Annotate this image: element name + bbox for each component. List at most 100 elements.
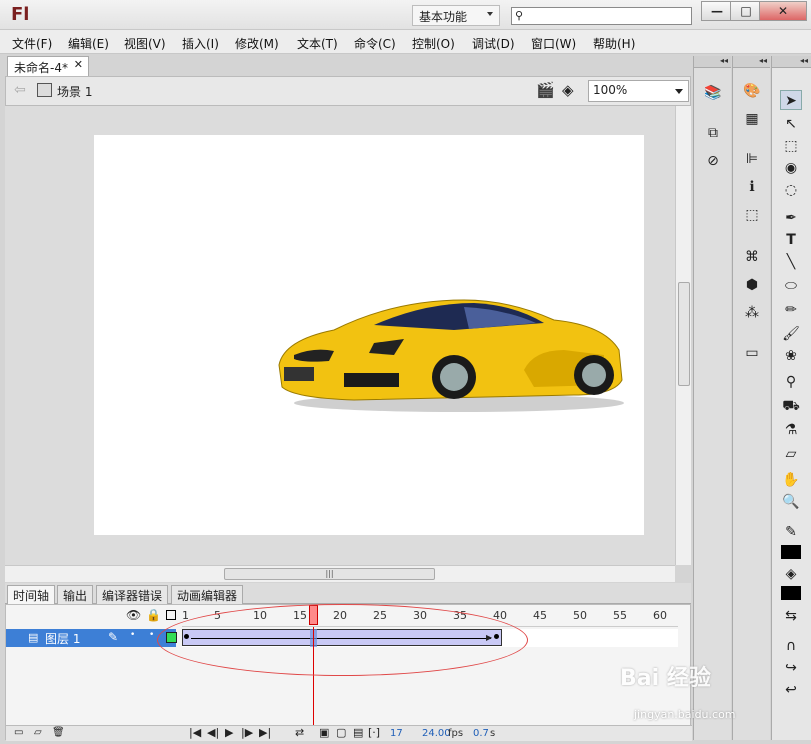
- horizontal-scroll-thumb[interactable]: |||: [224, 568, 435, 580]
- outline-icon[interactable]: [166, 610, 176, 620]
- pen-icon[interactable]: ✒: [780, 208, 802, 228]
- pencil-icon[interactable]: ✏: [780, 300, 802, 320]
- vertical-scrollbar[interactable]: [675, 106, 691, 565]
- menu-edit[interactable]: 编辑(E): [68, 35, 109, 52]
- layer-row[interactable]: ▤ 图层 1 ✎ • •: [6, 629, 177, 647]
- back-arrow-icon[interactable]: ⇦: [14, 82, 26, 98]
- motion-presets-icon[interactable]: ⊘: [703, 152, 723, 170]
- chevron-down-icon: [487, 12, 493, 16]
- eraser-icon[interactable]: ▱: [780, 444, 802, 464]
- components-icon[interactable]: ⧉: [703, 124, 723, 142]
- delete-icon[interactable]: 🗑: [52, 727, 65, 738]
- actions-icon[interactable]: ⌘: [742, 248, 762, 266]
- collapse-icon[interactable]: ◂◂: [733, 56, 770, 68]
- color-palette-icon[interactable]: 🎨: [742, 82, 762, 100]
- align-icon[interactable]: ⊫: [742, 150, 762, 168]
- menu-commands[interactable]: 命令(C): [354, 35, 396, 52]
- straighten-icon[interactable]: ↩: [780, 680, 802, 700]
- first-frame-icon[interactable]: |◀: [189, 726, 201, 739]
- behaviors-icon[interactable]: ⁂: [742, 304, 762, 322]
- subselection-tool-icon[interactable]: ↖: [780, 114, 802, 134]
- layer-name[interactable]: 图层 1: [45, 630, 80, 647]
- loop-icon[interactable]: ⇄: [295, 726, 304, 739]
- menu-file[interactable]: 文件(F): [12, 35, 52, 52]
- edit-symbols-icon[interactable]: ◈: [562, 81, 574, 99]
- onion-outline-icon[interactable]: ▢: [336, 726, 346, 739]
- free-transform-icon[interactable]: ⬚: [780, 136, 802, 156]
- paint-bucket-icon[interactable]: ⛟: [780, 396, 802, 416]
- zoom-icon[interactable]: 🔍: [780, 492, 802, 512]
- next-frame-icon[interactable]: |▶: [241, 726, 253, 739]
- menu-window[interactable]: 窗口(W): [531, 35, 576, 52]
- new-folder-icon[interactable]: ▱: [34, 727, 42, 738]
- bone-icon[interactable]: ⚲: [780, 372, 802, 392]
- collapse-icon[interactable]: ◂◂: [694, 56, 731, 68]
- 3d-rotation-icon[interactable]: ◉: [780, 158, 802, 178]
- play-icon[interactable]: ▶: [225, 726, 233, 739]
- close-button[interactable]: ✕: [759, 1, 807, 21]
- maximize-button[interactable]: □: [730, 1, 762, 21]
- tab-motion-editor[interactable]: 动画编辑器: [171, 585, 244, 604]
- menu-debug[interactable]: 调试(D): [472, 35, 515, 52]
- tab-timeline[interactable]: 时间轴: [7, 585, 56, 604]
- hand-icon[interactable]: ✋: [780, 470, 802, 490]
- panel-tabs: 时间轴 输出 编译器错误 动画编辑器: [5, 583, 691, 604]
- last-frame-icon[interactable]: ▶|: [259, 726, 271, 739]
- menu-text[interactable]: 文本(T): [297, 35, 338, 52]
- zoom-select[interactable]: 100%: [588, 80, 689, 102]
- selection-tool-icon[interactable]: ➤: [780, 90, 802, 110]
- menu-control[interactable]: 控制(O): [412, 35, 455, 52]
- current-frame[interactable]: 17: [390, 728, 403, 739]
- lasso-icon[interactable]: ◌: [780, 180, 802, 200]
- smooth-icon[interactable]: ↪: [780, 658, 802, 678]
- minimize-button[interactable]: —: [701, 1, 733, 21]
- info-icon[interactable]: ℹ: [742, 178, 762, 196]
- marker-icon[interactable]: [·]: [368, 726, 380, 739]
- snap-icon[interactable]: ∩: [780, 636, 802, 656]
- components-3d-icon[interactable]: ⬢: [742, 276, 762, 294]
- lock-icon[interactable]: 🔒: [146, 608, 161, 622]
- scene-panel-icon[interactable]: ▭: [742, 344, 762, 362]
- deco-icon[interactable]: ❀: [780, 346, 802, 366]
- library-icon[interactable]: 📚: [703, 84, 723, 102]
- workspace-dropdown[interactable]: 基本功能: [412, 5, 500, 26]
- oval-tool-icon[interactable]: ⬭: [780, 276, 802, 296]
- brush-icon[interactable]: 🖌: [780, 324, 802, 344]
- frame-rate[interactable]: 24.00: [422, 728, 451, 739]
- swap-colors-icon[interactable]: ⇆: [780, 606, 802, 626]
- eye-icon[interactable]: 👁: [126, 608, 141, 622]
- search-input[interactable]: ⚲: [511, 7, 692, 25]
- edit-scene-icon[interactable]: 🎬: [536, 81, 555, 99]
- edit-multiple-icon[interactable]: ▤: [353, 726, 363, 739]
- line-tool-icon[interactable]: ╲: [780, 252, 802, 272]
- document-tab[interactable]: 未命名-4* ✕: [7, 56, 89, 76]
- stroke-color-swatch[interactable]: [781, 545, 801, 559]
- vertical-scroll-thumb[interactable]: [678, 282, 690, 386]
- menu-view[interactable]: 视图(V): [124, 35, 166, 52]
- horizontal-scrollbar[interactable]: |||: [5, 565, 675, 582]
- swatches-icon[interactable]: ▦: [742, 110, 762, 128]
- lock-dot[interactable]: •: [149, 630, 154, 640]
- new-layer-icon[interactable]: ▭: [14, 727, 23, 738]
- stroke-color-icon[interactable]: ✎: [780, 522, 802, 542]
- fill-color-swatch[interactable]: [781, 586, 801, 600]
- menu-insert[interactable]: 插入(I): [182, 35, 219, 52]
- fill-color-icon[interactable]: ◈: [780, 564, 802, 584]
- edit-bar: ⇦ 场景 1 🎬 ◈ 100%: [5, 76, 691, 106]
- ruler-label: 50: [573, 609, 587, 622]
- onion-skin-icon[interactable]: ▣: [319, 726, 329, 739]
- close-icon[interactable]: ✕: [74, 58, 83, 71]
- tab-output[interactable]: 输出: [57, 585, 94, 604]
- stage[interactable]: [94, 135, 644, 535]
- collapse-icon[interactable]: ◂◂: [772, 56, 811, 68]
- car-image[interactable]: [274, 295, 629, 415]
- text-tool-icon[interactable]: T: [780, 230, 802, 250]
- workspace-label: 基本功能: [419, 10, 468, 24]
- menu-help[interactable]: 帮助(H): [593, 35, 635, 52]
- eyedropper-icon[interactable]: ⚗: [780, 420, 802, 440]
- transform-icon[interactable]: ⬚: [742, 206, 762, 224]
- prev-frame-icon[interactable]: ◀|: [207, 726, 219, 739]
- tab-compiler-errors[interactable]: 编译器错误: [96, 585, 169, 604]
- visibility-dot[interactable]: •: [130, 630, 135, 640]
- menu-modify[interactable]: 修改(M): [235, 35, 279, 52]
